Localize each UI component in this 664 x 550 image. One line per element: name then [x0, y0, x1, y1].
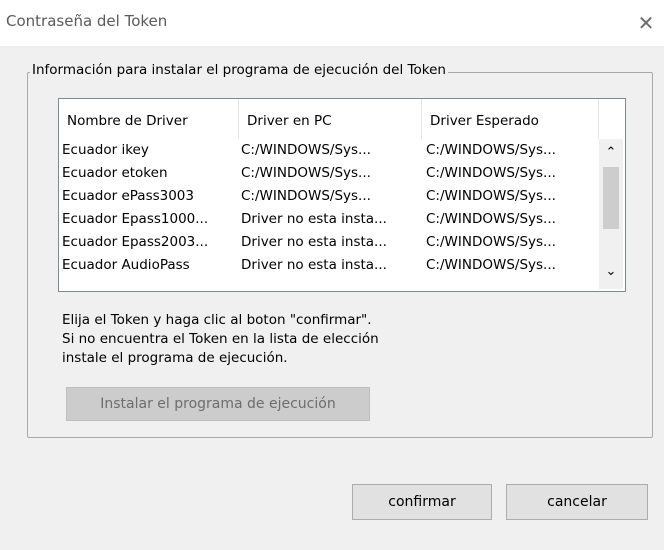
cancel-button[interactable]: cancelar	[506, 484, 648, 520]
column-header-driver-name[interactable]: Nombre de Driver	[59, 99, 239, 139]
cell-driver-expected: C:/WINDOWS/Sys...	[426, 257, 556, 273]
cell-driver-pc: C:/WINDOWS/Sys...	[241, 142, 371, 158]
cell-driver-expected: C:/WINDOWS/Sys...	[426, 142, 556, 158]
cell-driver-name: Ecuador ikey	[62, 142, 149, 158]
cell-driver-expected: C:/WINDOWS/Sys...	[426, 234, 556, 250]
cell-driver-pc: C:/WINDOWS/Sys...	[241, 165, 371, 181]
column-header-driver-pc[interactable]: Driver en PC	[239, 99, 422, 139]
instruction-line: Si no encuentra el Token en la lista de …	[62, 331, 379, 347]
dialog-title: Contraseña del Token	[6, 12, 168, 30]
table-row[interactable]: Ecuador etoken C:/WINDOWS/Sys... C:/WIND…	[59, 162, 599, 185]
close-icon[interactable]: ✕	[628, 6, 664, 40]
cell-driver-pc: Driver no esta insta...	[241, 211, 387, 227]
chevron-up-icon[interactable]: ⌃	[599, 142, 623, 162]
instruction-line: Elija el Token y haga clic al boton "con…	[62, 312, 372, 328]
title-bar: Contraseña del Token ✕	[0, 0, 664, 46]
list-rows: Ecuador ikey C:/WINDOWS/Sys... C:/WINDOW…	[59, 139, 599, 277]
instruction-line: instale el programa de ejecución.	[62, 350, 288, 366]
cell-driver-name: Ecuador Epass1000...	[62, 211, 209, 227]
table-row[interactable]: Ecuador ePass3003 C:/WINDOWS/Sys... C:/W…	[59, 185, 599, 208]
table-row[interactable]: Ecuador AudioPass Driver no esta insta..…	[59, 254, 599, 277]
scrollbar-thumb[interactable]	[603, 167, 619, 229]
vertical-scrollbar[interactable]: ⌃ ⌄	[599, 139, 623, 289]
driver-list[interactable]: Nombre de Driver Driver en PC Driver Esp…	[58, 98, 626, 292]
cell-driver-pc: Driver no esta insta...	[241, 234, 387, 250]
cell-driver-name: Ecuador Epass2003...	[62, 234, 209, 250]
table-row[interactable]: Ecuador Epass2003... Driver no esta inst…	[59, 231, 599, 254]
cell-driver-name: Ecuador ePass3003	[62, 188, 194, 204]
cell-driver-name: Ecuador AudioPass	[62, 257, 190, 273]
group-legend: Información para instalar el programa de…	[30, 62, 448, 78]
table-row[interactable]: Ecuador ikey C:/WINDOWS/Sys... C:/WINDOW…	[59, 139, 599, 162]
cell-driver-pc: C:/WINDOWS/Sys...	[241, 188, 371, 204]
install-driver-button[interactable]: Instalar el programa de ejecución	[66, 387, 370, 421]
table-row[interactable]: Ecuador Epass1000... Driver no esta inst…	[59, 208, 599, 231]
cell-driver-expected: C:/WINDOWS/Sys...	[426, 211, 556, 227]
cell-driver-name: Ecuador etoken	[62, 165, 168, 181]
token-password-dialog: Contraseña del Token ✕ Información para …	[0, 0, 664, 550]
list-header: Nombre de Driver Driver en PC Driver Esp…	[59, 99, 599, 139]
confirm-button[interactable]: confirmar	[352, 484, 492, 520]
cell-driver-expected: C:/WINDOWS/Sys...	[426, 188, 556, 204]
column-header-driver-expected[interactable]: Driver Esperado	[422, 99, 599, 139]
cell-driver-pc: Driver no esta insta...	[241, 257, 387, 273]
chevron-down-icon[interactable]: ⌄	[599, 261, 623, 281]
instructions-text: Elija el Token y haga clic al boton "con…	[62, 311, 379, 368]
cell-driver-expected: C:/WINDOWS/Sys...	[426, 165, 556, 181]
